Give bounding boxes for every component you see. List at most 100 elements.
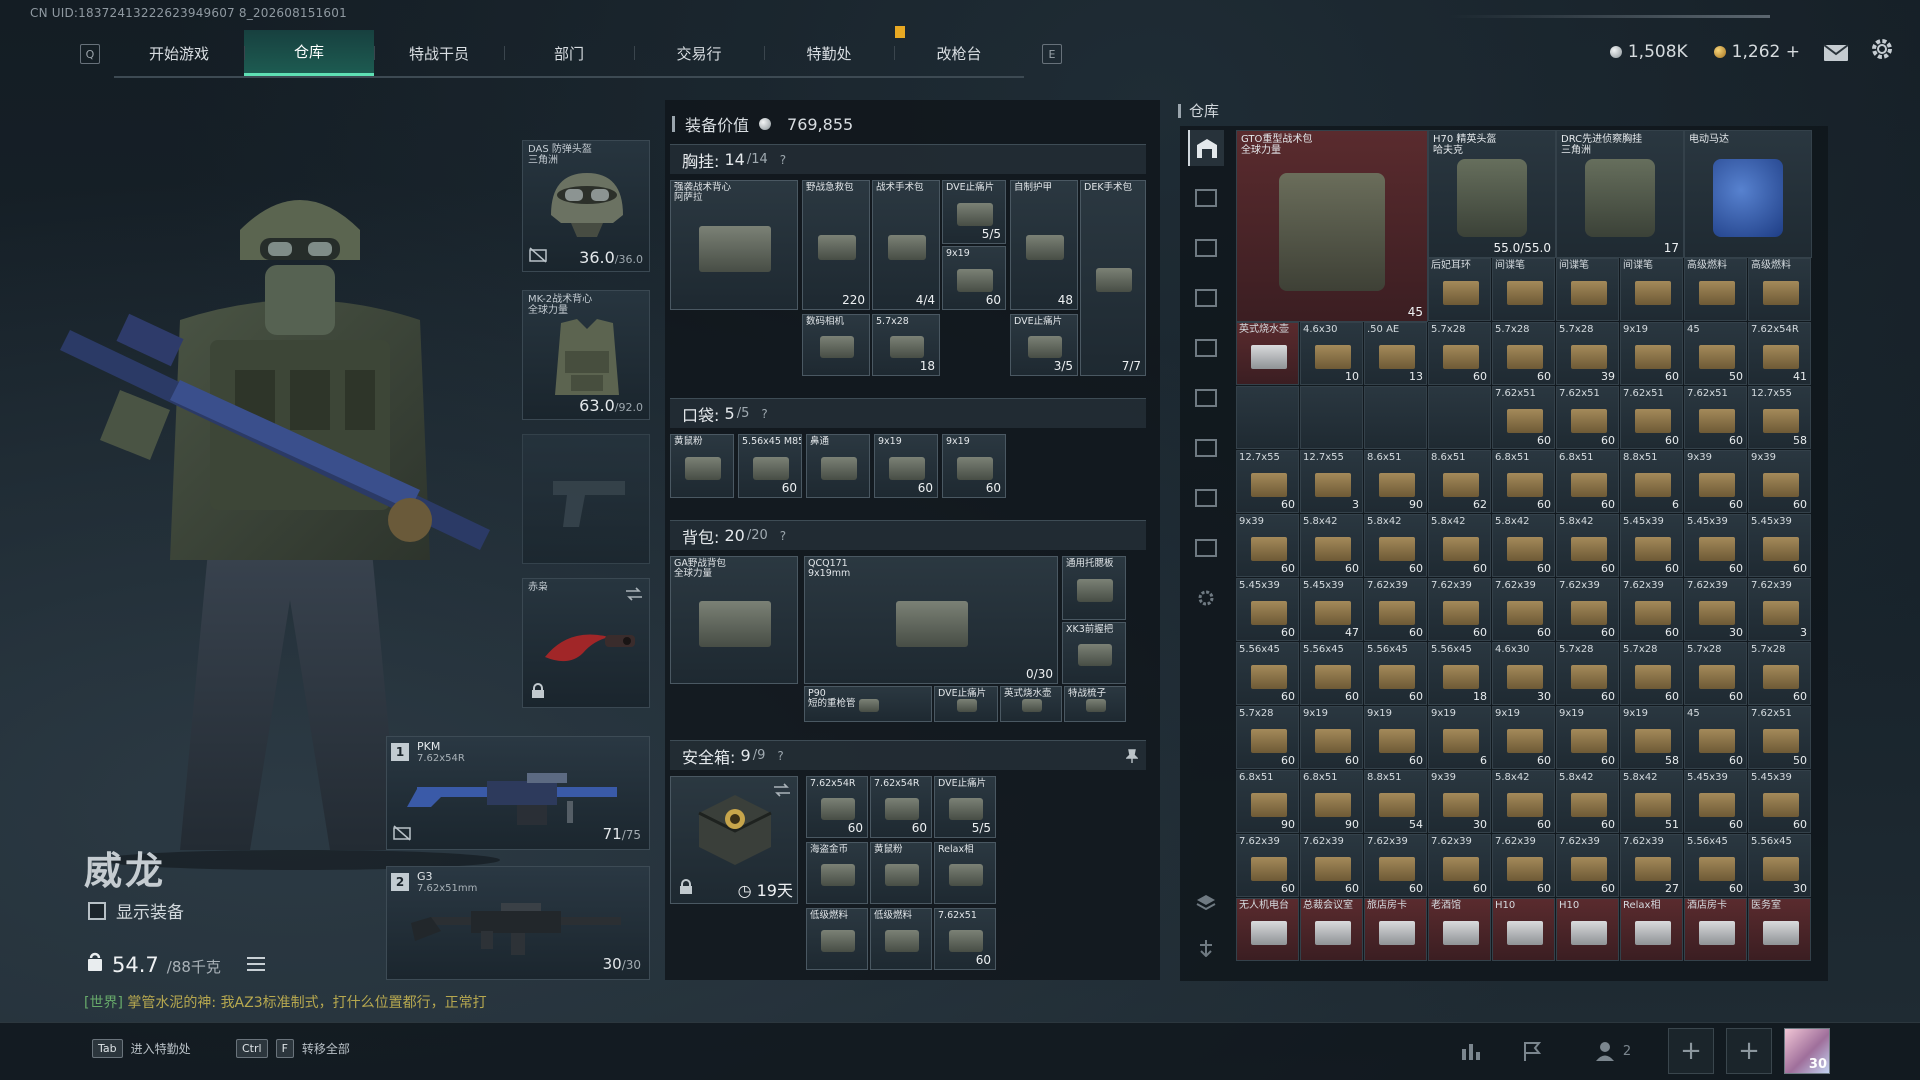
warehouse-item[interactable]: 5.8x42 51 xyxy=(1620,770,1683,833)
safe-item[interactable]: 7.62x54R 60 xyxy=(806,776,868,838)
warehouse-item[interactable]: 8.6x51 90 xyxy=(1364,450,1427,513)
warehouse-item[interactable]: 9x39 60 xyxy=(1748,450,1811,513)
warehouse-item[interactable]: 5.8x42 60 xyxy=(1300,514,1363,577)
warehouse-item[interactable]: 5.56x45 60 xyxy=(1236,642,1299,705)
show-equipment-toggle[interactable]: 显示装备 xyxy=(88,898,184,923)
warehouse-item[interactable]: 5.56x45 60 xyxy=(1300,642,1363,705)
warehouse-item[interactable]: 7.62x39 60 xyxy=(1492,578,1555,641)
warehouse-item[interactable]: 5.56x45 30 xyxy=(1748,834,1811,897)
warehouse-item[interactable]: 8.6x51 62 xyxy=(1428,450,1491,513)
warehouse-item[interactable]: 后妃耳环 xyxy=(1428,258,1491,321)
warehouse-item[interactable]: 7.62x54R 41 xyxy=(1748,322,1811,385)
category-7-icon[interactable] xyxy=(1188,480,1224,516)
tab-warehouse[interactable]: 仓库 xyxy=(244,30,374,76)
flag-icon[interactable] xyxy=(1518,1036,1548,1066)
warehouse-item[interactable]: 酒店房卡 xyxy=(1684,898,1747,961)
safe-item[interactable]: 7.62x54R 60 xyxy=(870,776,932,838)
pocket-item[interactable]: 黄鼠粉 xyxy=(670,434,734,498)
warehouse-empty-cell[interactable] xyxy=(1236,386,1299,449)
friends-button[interactable]: 2 xyxy=(1588,1036,1638,1066)
backpack-item[interactable]: XK3前握把 xyxy=(1062,622,1126,684)
warehouse-item[interactable]: 7.62x51 60 xyxy=(1620,386,1683,449)
warehouse-item[interactable]: 8.8x51 6 xyxy=(1620,450,1683,513)
warehouse-item[interactable]: 间谍笔 xyxy=(1620,258,1683,321)
warehouse-item[interactable]: 9x19 60 xyxy=(1364,706,1427,769)
category-3-icon[interactable] xyxy=(1188,280,1224,316)
safe-item[interactable]: 黄鼠粉 xyxy=(870,842,932,904)
chest-item[interactable]: DEK手术包 7/7 xyxy=(1080,180,1146,376)
safe-item[interactable]: 低级燃料 xyxy=(870,908,932,970)
safe-item[interactable]: Relax相 xyxy=(934,842,996,904)
warehouse-item[interactable]: 高级燃料 xyxy=(1748,258,1811,321)
warehouse-item[interactable]: 英式烧水壶 xyxy=(1236,322,1299,385)
armor-slot[interactable]: MK-2战术背心 全球力量 63.0/92.0 xyxy=(522,290,650,420)
warehouse-item[interactable]: 5.7x28 60 xyxy=(1556,642,1619,705)
warehouse-item[interactable]: 45 50 xyxy=(1684,322,1747,385)
warehouse-item[interactable]: 5.7x28 60 xyxy=(1748,642,1811,705)
warehouse-item[interactable]: H10 xyxy=(1492,898,1555,961)
warehouse-empty-cell[interactable] xyxy=(1364,386,1427,449)
swap-icon[interactable] xyxy=(625,587,643,601)
warehouse-item[interactable]: 5.7x28 60 xyxy=(1428,322,1491,385)
warehouse-item[interactable]: 7.62x51 60 xyxy=(1556,386,1619,449)
warehouse-large-item[interactable]: 电动马达 xyxy=(1684,130,1812,258)
warehouse-item[interactable]: 5.8x42 60 xyxy=(1556,514,1619,577)
backpack-item[interactable]: GA野战背包 全球力量 xyxy=(670,556,798,684)
category-5-icon[interactable] xyxy=(1188,380,1224,416)
warehouse-item[interactable]: 7.62x51 60 xyxy=(1684,386,1747,449)
warehouse-item[interactable]: 5.45x39 60 xyxy=(1748,770,1811,833)
pocket-item[interactable]: 5.56x45 M855 60 xyxy=(738,434,802,498)
category-4-icon[interactable] xyxy=(1188,330,1224,366)
chest-item[interactable]: 数码相机 xyxy=(802,314,870,376)
warehouse-item[interactable]: 7.62x39 60 xyxy=(1300,834,1363,897)
safe-item[interactable]: 7.62x51 60 xyxy=(934,908,996,970)
pin-icon[interactable] xyxy=(1126,749,1138,763)
warehouse-item[interactable]: 5.7x28 39 xyxy=(1556,322,1619,385)
warehouse-item[interactable]: 5.7x28 60 xyxy=(1684,642,1747,705)
category-1-icon[interactable] xyxy=(1188,180,1224,216)
settings-gear-icon[interactable] xyxy=(1188,580,1224,616)
chest-item[interactable]: 战术手术包 4/4 xyxy=(872,180,940,310)
gear-icon[interactable] xyxy=(1868,38,1896,60)
backpack-item[interactable]: 通用托腮板 xyxy=(1062,556,1126,620)
warehouse-item[interactable]: 5.45x39 60 xyxy=(1684,770,1747,833)
tab-start-game[interactable]: 开始游戏 xyxy=(114,30,244,76)
show-equipment-checkbox[interactable] xyxy=(88,901,106,920)
warehouse-item[interactable]: 7.62x39 60 xyxy=(1236,834,1299,897)
list-icon[interactable] xyxy=(246,956,265,972)
backpack-item[interactable]: 特战梳子 xyxy=(1064,686,1126,722)
warehouse-item[interactable]: 9x19 60 xyxy=(1300,706,1363,769)
world-chat-line[interactable]: [世界] 掌管水泥的神: 我AZ3标准制式，打什么位置都行，正常打 xyxy=(84,992,487,1012)
tab-trade[interactable]: 交易行 xyxy=(634,30,764,76)
warehouse-item[interactable]: 7.62x39 30 xyxy=(1684,578,1747,641)
warehouse-item[interactable]: 老酒馆 xyxy=(1428,898,1491,961)
warehouse-item[interactable]: H10 xyxy=(1556,898,1619,961)
silver-currency[interactable]: 1,508K xyxy=(1609,42,1688,62)
warehouse-item[interactable]: 5.56x45 60 xyxy=(1364,642,1427,705)
nav-next-key[interactable]: E xyxy=(1042,44,1062,64)
safe-item[interactable]: DVE止痛片 5/5 xyxy=(934,776,996,838)
melee-slot[interactable]: 赤枭 xyxy=(522,578,650,708)
warehouse-item[interactable]: 4.6x30 10 xyxy=(1300,322,1363,385)
warehouse-item[interactable]: 5.56x45 60 xyxy=(1684,834,1747,897)
warehouse-item[interactable]: 6.8x51 90 xyxy=(1236,770,1299,833)
warehouse-item[interactable]: 9x19 58 xyxy=(1620,706,1683,769)
backpack-item[interactable]: QCQ171 9x19mm 0/30 xyxy=(804,556,1058,684)
chest-item[interactable]: 5.7x28 18 xyxy=(872,314,940,376)
nav-prev-key[interactable]: Q xyxy=(80,44,100,64)
warehouse-item[interactable]: 5.45x39 60 xyxy=(1620,514,1683,577)
warehouse-item[interactable]: 5.8x42 60 xyxy=(1492,514,1555,577)
pocket-item[interactable]: 9x19 60 xyxy=(942,434,1006,498)
warehouse-item[interactable]: 7.62x39 27 xyxy=(1620,834,1683,897)
safe-box[interactable]: ◷ 19天 xyxy=(670,776,798,904)
warehouse-item[interactable]: 6.8x51 90 xyxy=(1300,770,1363,833)
category-2-icon[interactable] xyxy=(1188,230,1224,266)
warehouse-item[interactable]: 5.45x39 47 xyxy=(1300,578,1363,641)
warehouse-item[interactable]: 4.6x30 30 xyxy=(1492,642,1555,705)
warehouse-item[interactable]: 7.62x51 60 xyxy=(1492,386,1555,449)
chest-item[interactable]: 9x19 60 xyxy=(942,246,1006,310)
warehouse-item[interactable]: 5.8x42 60 xyxy=(1556,770,1619,833)
warehouse-item[interactable]: 12.7x55 3 xyxy=(1300,450,1363,513)
pistol-slot-empty[interactable] xyxy=(522,434,650,564)
warehouse-empty-cell[interactable] xyxy=(1428,386,1491,449)
